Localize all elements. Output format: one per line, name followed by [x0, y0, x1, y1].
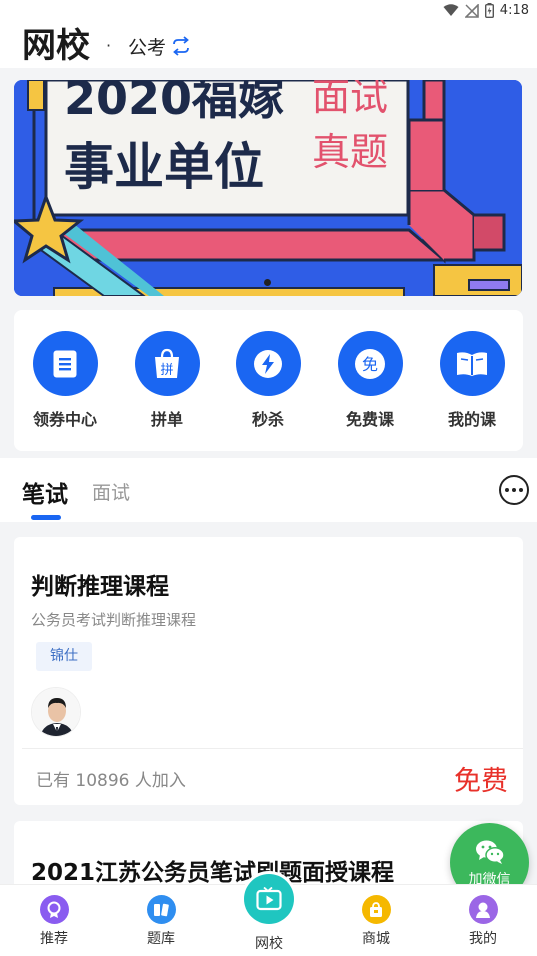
active-tab-indicator — [31, 515, 61, 520]
profile-icon — [468, 895, 498, 924]
status-icons: 4:18 — [443, 3, 529, 18]
flash-sale-icon — [235, 331, 301, 396]
menu-item-coupon-center[interactable]: 领券中心 — [20, 331, 110, 430]
exam-type-label: 公考 — [128, 36, 167, 59]
mall-icon — [361, 895, 391, 924]
wechat-icon — [476, 840, 505, 864]
more-options-button[interactable] — [499, 475, 529, 505]
group-buy-icon: 拼 — [134, 331, 200, 396]
menu-label: 免费课 — [345, 410, 394, 429]
my-course-icon — [439, 331, 505, 396]
course-tabs: 笔试 面试 — [0, 458, 537, 522]
title-separator: · — [106, 36, 112, 55]
swap-icon — [173, 36, 189, 56]
svg-text:拼: 拼 — [160, 363, 173, 378]
nav-item-online-school[interactable]: 网校 — [234, 929, 304, 953]
menu-label: 拼单 — [150, 410, 183, 429]
nav-label: 题库 — [147, 931, 175, 947]
more-dot-icon — [519, 488, 523, 492]
nav-item-mall[interactable]: 商城 — [341, 895, 411, 948]
more-dot-icon — [505, 488, 509, 492]
menu-label: 秒杀 — [251, 410, 284, 429]
course-title: 2021江苏公务员笔试刷题面授课程 — [31, 860, 395, 886]
status-bar: 4:18 — [0, 0, 537, 24]
course-card[interactable]: 判断推理课程 公务员考试判断推理课程 锦仕 已有 10896 人加入 免费 — [14, 537, 523, 805]
banner-artwork: 2020福嫁 事业单位 面试 真题 — [14, 80, 522, 296]
header: 网校 · 公考 — [0, 24, 537, 68]
course-tag: 锦仕 — [36, 642, 92, 671]
page-title: 网校 — [22, 26, 90, 66]
tab-written-exam[interactable]: 笔试 — [22, 475, 68, 509]
nav-item-question-bank[interactable]: 题库 — [126, 895, 196, 948]
no-signal-icon — [464, 3, 479, 18]
menu-item-flash-sale[interactable]: 秒杀 — [223, 331, 313, 430]
menu-item-group-buy[interactable]: 拼 拼单 — [122, 331, 212, 430]
course-title: 判断推理课程 — [31, 574, 169, 600]
more-dot-icon — [512, 488, 516, 492]
exam-type-switch[interactable]: 公考 — [128, 24, 192, 68]
banner-side-1: 面试 — [312, 80, 388, 119]
question-bank-icon — [146, 895, 176, 924]
carousel-indicator[interactable] — [264, 279, 271, 286]
wifi-icon — [443, 4, 459, 16]
online-school-icon[interactable] — [244, 874, 294, 924]
joined-count: 已有 10896 人加入 — [36, 771, 186, 791]
nav-label: 网校 — [255, 936, 283, 952]
teacher-avatar — [31, 687, 81, 737]
tab-interview[interactable]: 面试 — [92, 478, 130, 505]
nav-item-recommend[interactable]: 推荐 — [19, 895, 89, 948]
coupon-icon — [32, 331, 98, 396]
free-course-icon: 免 — [337, 331, 403, 396]
nav-label: 我的 — [469, 931, 497, 947]
menu-label: 领券中心 — [32, 410, 97, 429]
nav-label: 推荐 — [40, 931, 68, 947]
banner-headline-2: 事业单位 — [64, 138, 264, 196]
card-divider — [22, 748, 523, 749]
course-subtitle: 公务员考试判断推理课程 — [31, 611, 197, 629]
menu-item-my-course[interactable]: 我的课 — [427, 331, 517, 430]
menu-label: 我的课 — [447, 410, 496, 429]
promo-banner[interactable]: 2020福嫁 事业单位 面试 真题 — [14, 80, 522, 296]
recommend-icon — [39, 895, 69, 924]
course-price: 免费 — [454, 766, 508, 797]
status-time: 4:18 — [499, 3, 529, 18]
battery-icon — [484, 3, 494, 18]
nav-item-profile[interactable]: 我的 — [448, 895, 518, 948]
banner-headline-1: 2020福嫁 — [64, 80, 284, 125]
svg-text:免: 免 — [362, 355, 378, 374]
nav-label: 商城 — [362, 931, 390, 947]
menu-item-free-course[interactable]: 免 免费课 — [325, 331, 415, 430]
quick-menu: 领券中心 拼 拼单 秒杀 免 免费课 我的课 — [14, 310, 523, 451]
banner-side-2: 真题 — [312, 130, 388, 174]
